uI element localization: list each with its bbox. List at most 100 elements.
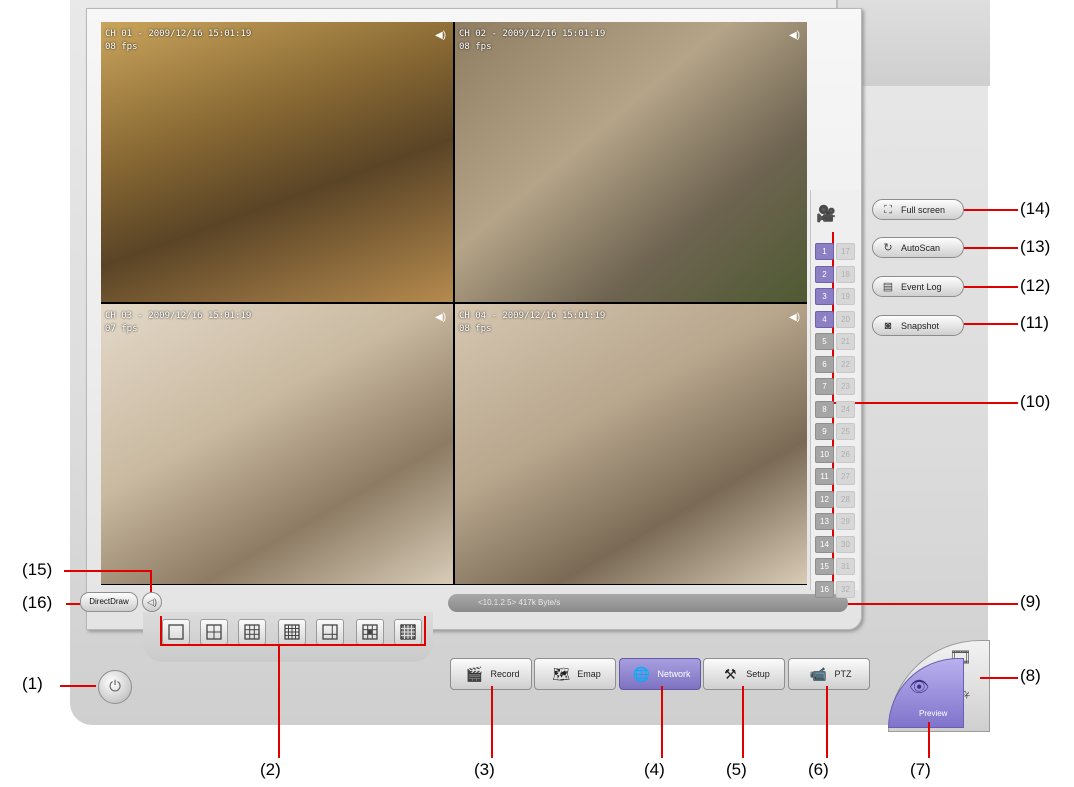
channel-button-22[interactable]: 22: [836, 356, 855, 373]
channel-button-3[interactable]: 3: [815, 288, 834, 305]
map-icon: 🗺: [552, 666, 571, 682]
callout-14: (14): [1020, 199, 1051, 218]
ptz-label: PTZ: [834, 669, 852, 679]
callout-line-13: [964, 247, 1018, 249]
emap-button[interactable]: 🗺 Emap: [534, 658, 616, 690]
callout-line-15-drop: [150, 570, 152, 592]
channel-button-31[interactable]: 31: [836, 558, 855, 575]
channel-button-21[interactable]: 21: [836, 333, 855, 350]
channel-button-18[interactable]: 18: [836, 266, 855, 283]
tools-icon: ⚒: [723, 666, 737, 682]
channel-button-19[interactable]: 19: [836, 288, 855, 305]
channel-button-1[interactable]: 1: [815, 243, 834, 260]
power-icon: ⏻: [109, 678, 121, 695]
fullscreen-icon: ⛶: [884, 203, 892, 216]
callout-9: (9): [1020, 592, 1041, 611]
layout-single-icon: [168, 624, 184, 640]
callout-line-15: [64, 570, 150, 572]
power-button[interactable]: ⏻: [98, 670, 132, 704]
network-icon: 🌐: [632, 666, 651, 682]
network-label: Network: [657, 669, 691, 679]
channel-button-25[interactable]: 25: [836, 423, 855, 440]
channel-button-27[interactable]: 27: [836, 468, 855, 485]
ptz-button[interactable]: 📹 PTZ: [788, 658, 870, 690]
callout-11: (11): [1020, 313, 1049, 332]
autoscan-button[interactable]: ↻ AutoScan: [872, 237, 964, 258]
channel-button-28[interactable]: 28: [836, 491, 855, 508]
callout-line-12: [964, 286, 1018, 288]
camera-view-2[interactable]: CH 02 - 2009/12/16 15:01:19 08 fps ◀): [455, 22, 807, 302]
layout-16-button[interactable]: [278, 619, 306, 645]
channel-button-24[interactable]: 24: [836, 401, 855, 418]
callout-line-7: [928, 722, 930, 758]
status-bar: <10.1.2.5> 417k Byte/s: [448, 594, 848, 612]
directdraw-button[interactable]: DirectDraw: [80, 592, 138, 612]
channel-button-7[interactable]: 7: [815, 378, 834, 395]
channel-button-10[interactable]: 10: [815, 446, 834, 463]
layout-1-button[interactable]: [162, 619, 190, 645]
layout-9-button[interactable]: [238, 619, 266, 645]
callout-13: (13): [1020, 237, 1051, 256]
camera-overlay: CH 02 - 2009/12/16 15:01:19 08 fps: [459, 29, 606, 52]
callout-line-2-right: [424, 616, 426, 646]
record-label: Record: [490, 669, 520, 679]
channel-button-6[interactable]: 6: [815, 356, 834, 373]
channel-button-13[interactable]: 13: [815, 513, 834, 530]
layout-4-button[interactable]: [200, 619, 228, 645]
setup-label: Setup: [746, 669, 770, 679]
camera-overlay: CH 03 - 2009/12/16 15:01:19 07 fps: [105, 311, 252, 334]
callout-line-8: [980, 677, 1018, 679]
camera-overlay: CH 01 - 2009/12/16 15:01:19 08 fps: [105, 29, 252, 52]
channel-button-4[interactable]: 4: [815, 311, 834, 328]
audio-button[interactable]: ◁): [142, 592, 162, 612]
channel-button-5[interactable]: 5: [815, 333, 834, 350]
callout-1: (1): [22, 674, 43, 693]
snapshot-button[interactable]: ◙ Snapshot: [872, 315, 964, 336]
channel-button-11[interactable]: 11: [815, 468, 834, 485]
callout-5: (5): [726, 760, 747, 779]
channel-button-2[interactable]: 2: [815, 266, 834, 283]
camera-view-3[interactable]: CH 03 - 2009/12/16 15:01:19 07 fps ◀): [101, 304, 453, 584]
speaker-icon: ◀): [435, 30, 447, 41]
autoscan-label: AutoScan: [901, 242, 941, 253]
setup-button[interactable]: ⚒ Setup: [703, 658, 785, 690]
channel-button-29[interactable]: 29: [836, 513, 855, 530]
callout-6: (6): [808, 760, 829, 779]
channel-button-23[interactable]: 23: [836, 378, 855, 395]
callout-4: (4): [644, 760, 665, 779]
channel-button-8[interactable]: 8: [815, 401, 834, 418]
layout-6-button[interactable]: [316, 619, 344, 645]
camera-overlay: CH 04 - 2009/12/16 15:01:19 08 fps: [459, 311, 606, 334]
snapshot-label: Snapshot: [901, 320, 940, 331]
channel-button-12[interactable]: 12: [815, 491, 834, 508]
callout-line-14: [964, 209, 1018, 211]
channel-button-9[interactable]: 9: [815, 423, 834, 440]
callout-line-11: [964, 323, 1018, 325]
layout-full-button[interactable]: [394, 619, 422, 645]
callout-line-5: [742, 686, 744, 758]
fullscreen-button[interactable]: ⛶ Full screen: [872, 199, 964, 220]
camera-view-4[interactable]: CH 04 - 2009/12/16 15:01:19 08 fps ◀): [455, 304, 807, 584]
channel-button-30[interactable]: 30: [836, 536, 855, 553]
channel-button-26[interactable]: 26: [836, 446, 855, 463]
record-icon: 🎬: [465, 666, 484, 682]
layout-sixteen-icon: [284, 624, 300, 640]
channel-button-15[interactable]: 15: [815, 558, 834, 575]
ptz-icon: 📹: [809, 666, 828, 682]
layout-13-button[interactable]: [356, 619, 384, 645]
callout-line-4: [661, 686, 663, 758]
channel-button-14[interactable]: 14: [815, 536, 834, 553]
video-grid[interactable]: CH 01 - 2009/12/16 15:01:19 08 fps ◀) CH…: [101, 22, 807, 585]
camera-icon: 🎥: [816, 206, 836, 223]
network-button[interactable]: 🌐 Network: [619, 658, 701, 690]
channel-button-16[interactable]: 16: [815, 581, 834, 598]
event-log-button[interactable]: ▤ Event Log: [872, 276, 964, 297]
channel-button-32[interactable]: 32: [836, 581, 855, 598]
channel-button-20[interactable]: 20: [836, 311, 855, 328]
layout-thirteen-icon: [362, 624, 378, 640]
camera-view-1[interactable]: CH 01 - 2009/12/16 15:01:19 08 fps ◀): [101, 22, 453, 302]
channel-button-17[interactable]: 17: [836, 243, 855, 260]
callout-12: (12): [1020, 276, 1051, 295]
callout-line-2-stem: [278, 646, 280, 758]
event-log-label: Event Log: [901, 281, 942, 292]
